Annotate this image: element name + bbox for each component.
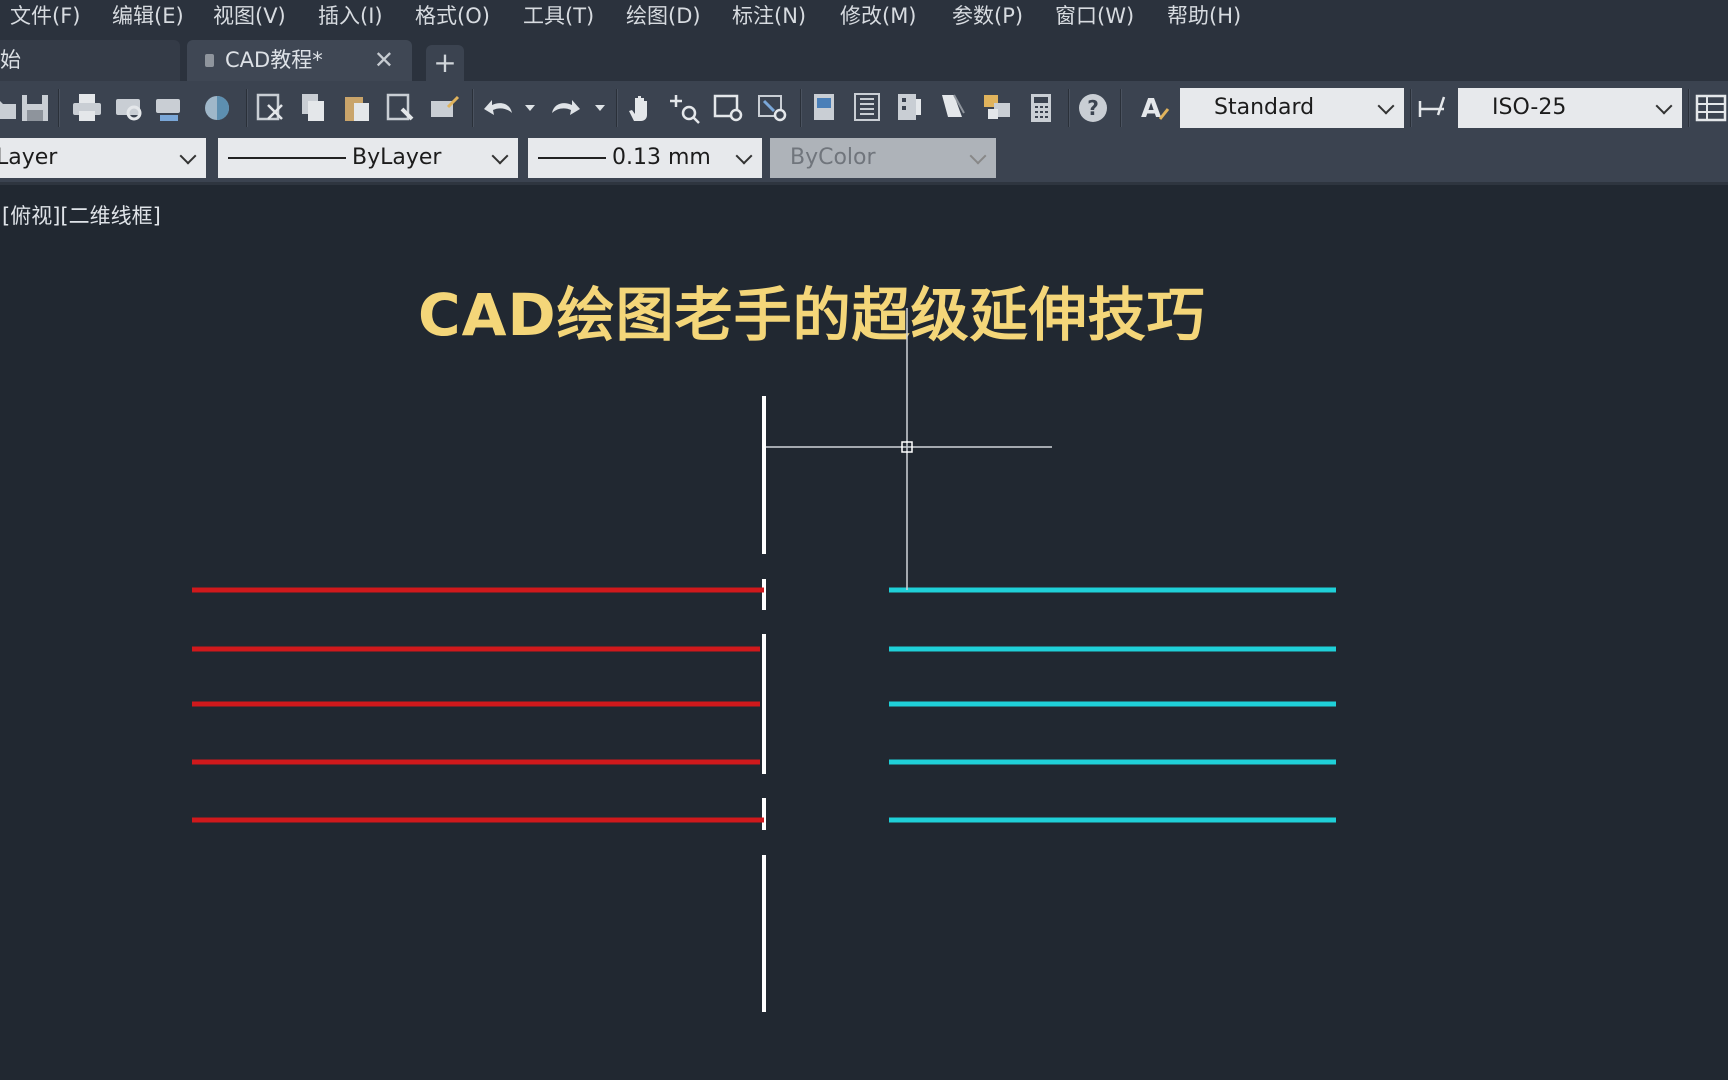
pan-icon[interactable] <box>624 91 658 125</box>
new-tab-button[interactable]: + <box>426 45 464 81</box>
chevron-down-icon <box>1377 97 1395 115</box>
menu-edit[interactable]: 编辑(E) <box>112 0 184 33</box>
svg-text:A: A <box>1141 94 1161 124</box>
autocad-window: 文件(F) 编辑(E) 视图(V) 插入(I) 格式(O) 工具(T) 绘图(D… <box>0 0 1728 1080</box>
dim-style-value: ISO-25 <box>1492 95 1567 120</box>
help-icon[interactable]: ? <box>1076 91 1110 125</box>
tab-start-label: 始 <box>0 48 21 72</box>
open-icon[interactable] <box>0 91 20 125</box>
tab-cad-tutorial[interactable]: CAD教程* ✕ <box>187 40 412 81</box>
dim-style-select[interactable]: ISO-25 <box>1458 88 1682 128</box>
cyan-lines <box>889 587 1336 823</box>
linetype-value: ByLayer <box>352 145 442 170</box>
menu-help[interactable]: 帮助(H) <box>1167 0 1241 33</box>
menu-dimension[interactable]: 标注(N) <box>732 0 806 33</box>
chevron-down-icon <box>491 147 509 165</box>
plotstyle-value: ByColor <box>790 145 876 170</box>
chevron-down-icon <box>735 147 753 165</box>
chevron-down-icon <box>969 147 987 165</box>
sheet-set-icon[interactable] <box>936 91 970 125</box>
menu-draw[interactable]: 绘图(D) <box>626 0 701 33</box>
zoom-window-icon[interactable] <box>712 91 746 125</box>
print-icon[interactable] <box>70 91 104 125</box>
menu-file[interactable]: 文件(F) <box>10 0 80 33</box>
drawing-geometry <box>192 308 1336 1012</box>
match-properties-icon[interactable] <box>384 91 418 125</box>
block-editor-icon[interactable] <box>428 91 462 125</box>
zoom-realtime-icon[interactable] <box>668 91 702 125</box>
redo-icon[interactable] <box>548 91 582 125</box>
file-tab-bar: 始 CAD教程* ✕ + <box>0 33 1728 81</box>
menu-window[interactable]: 窗口(W) <box>1055 0 1134 33</box>
copy-icon[interactable] <box>296 91 330 125</box>
properties-toolbar: Layer ByLayer 0.13 mm ByColor <box>0 135 1728 185</box>
layer-select[interactable]: Layer <box>0 138 206 178</box>
layer-value: Layer <box>0 145 58 170</box>
svg-text:?: ? <box>1087 96 1099 120</box>
tab-cad-label: CAD教程* <box>225 48 323 72</box>
3d-dwf-icon[interactable] <box>200 91 234 125</box>
design-center-icon[interactable] <box>850 91 884 125</box>
undo-icon[interactable] <box>482 91 516 125</box>
save-icon[interactable] <box>18 91 52 125</box>
lineweight-preview <box>538 157 606 159</box>
chevron-down-icon <box>179 147 197 165</box>
lineweight-value: 0.13 mm <box>612 145 711 170</box>
drawing-canvas[interactable]: [俯视][二维线框] CAD绘图老手的超级延伸技巧 <box>0 188 1728 1080</box>
menu-format[interactable]: 格式(O) <box>415 0 490 33</box>
cut-icon[interactable] <box>254 91 288 125</box>
properties-icon[interactable] <box>808 91 842 125</box>
text-style-select[interactable]: Standard <box>1180 88 1404 128</box>
redo-dropdown-icon[interactable] <box>592 91 608 125</box>
menu-tools[interactable]: 工具(T) <box>523 0 594 33</box>
undo-dropdown-icon[interactable] <box>522 91 538 125</box>
menu-modify[interactable]: 修改(M) <box>840 0 917 33</box>
linetype-select[interactable]: ByLayer <box>218 138 518 178</box>
text-style-icon[interactable]: A <box>1138 91 1172 125</box>
tab-start[interactable]: 始 <box>0 40 180 81</box>
plot-preview-icon[interactable] <box>112 91 146 125</box>
red-lines <box>192 587 764 823</box>
menu-parametric[interactable]: 参数(P) <box>952 0 1023 33</box>
close-icon[interactable]: ✕ <box>374 40 394 81</box>
plotstyle-select: ByColor <box>770 138 996 178</box>
text-style-value: Standard <box>1214 95 1315 120</box>
calculator-icon[interactable] <box>1024 91 1058 125</box>
standard-toolbar: ? A Standard ISO-25 <box>0 81 1728 135</box>
lineweight-select[interactable]: 0.13 mm <box>528 138 762 178</box>
linetype-preview <box>228 157 346 159</box>
menu-view[interactable]: 视图(V) <box>213 0 286 33</box>
crosshair-cursor <box>766 308 1052 590</box>
zoom-previous-icon[interactable] <box>756 91 790 125</box>
table-style-icon[interactable] <box>1694 91 1728 125</box>
dim-style-icon[interactable] <box>1416 91 1450 125</box>
chevron-down-icon <box>1655 97 1673 115</box>
publish-icon[interactable] <box>152 91 186 125</box>
markup-icon[interactable] <box>980 91 1014 125</box>
menu-insert[interactable]: 插入(I) <box>318 0 383 33</box>
menu-bar: 文件(F) 编辑(E) 视图(V) 插入(I) 格式(O) 工具(T) 绘图(D… <box>0 0 1728 33</box>
tool-palettes-icon[interactable] <box>892 91 926 125</box>
paste-icon[interactable] <box>340 91 374 125</box>
lock-icon <box>205 54 214 67</box>
